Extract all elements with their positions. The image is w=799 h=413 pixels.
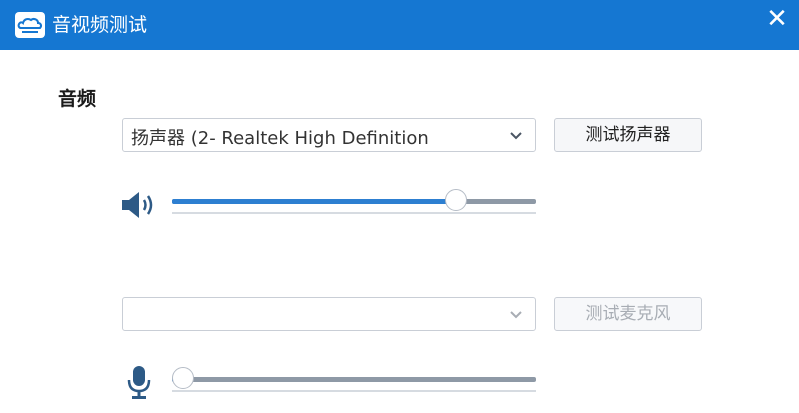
speaker-volume-fill xyxy=(172,199,456,204)
title-bar: 音视频测试 ✕ xyxy=(0,0,799,50)
microphone-volume-thumb[interactable] xyxy=(171,367,194,389)
microphone-device-select[interactable] xyxy=(122,297,536,331)
microphone-icon xyxy=(127,366,151,399)
cloud-logo-icon xyxy=(15,12,45,38)
close-button[interactable]: ✕ xyxy=(763,6,791,32)
microphone-volume-slider[interactable] xyxy=(171,366,536,392)
microphone-volume-underline xyxy=(172,390,536,392)
speaker-device-select[interactable]: 扬声器 (2- Realtek High Definition xyxy=(122,118,536,152)
speaker-volume-thumb[interactable] xyxy=(444,189,467,211)
audio-section-title: 音频 xyxy=(58,88,97,110)
microphone-volume-track xyxy=(172,377,536,382)
chevron-down-icon xyxy=(510,311,522,319)
chevron-down-icon xyxy=(510,132,522,140)
speaker-icon xyxy=(122,192,153,218)
test-speaker-button[interactable]: 测试扬声器 xyxy=(554,118,702,152)
window-title: 音视频测试 xyxy=(52,14,148,36)
speaker-volume-slider[interactable] xyxy=(172,188,536,214)
speaker-device-value: 扬声器 (2- Realtek High Definition xyxy=(131,128,429,149)
speaker-volume-underline xyxy=(172,212,536,214)
test-microphone-button[interactable]: 测试麦克风 xyxy=(554,297,702,331)
